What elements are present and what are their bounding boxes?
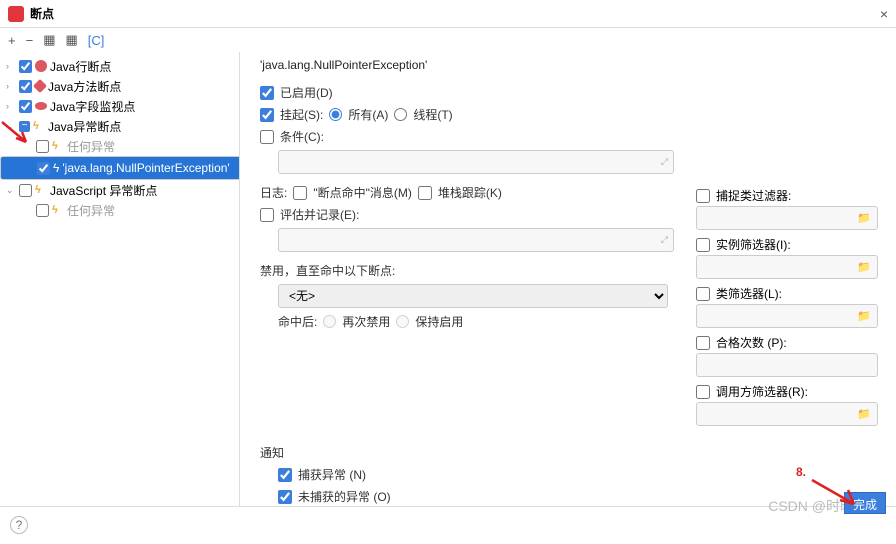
group-by-class-icon[interactable]: [C] bbox=[88, 33, 105, 48]
catch-filter-checkbox[interactable] bbox=[696, 189, 710, 203]
eval-input[interactable] bbox=[278, 228, 674, 252]
class-filter-input[interactable]: 📁 bbox=[696, 304, 878, 328]
help-button[interactable]: ? bbox=[10, 516, 28, 534]
exception-icon: ϟ bbox=[35, 184, 47, 196]
group-by-type-icon[interactable]: ▦ bbox=[43, 32, 55, 48]
browse-icon[interactable]: 📁 bbox=[857, 212, 871, 225]
class-filter-label: 类筛选器(L): bbox=[716, 285, 782, 302]
tree-checkbox[interactable] bbox=[37, 162, 50, 175]
collapse-icon[interactable]: − bbox=[19, 121, 30, 132]
tree-label: 'java.lang.NullPointerException' bbox=[62, 161, 229, 175]
field-watchpoint-icon bbox=[35, 102, 47, 110]
disable-until-select[interactable]: <无> bbox=[278, 284, 668, 308]
enabled-label: 已启用(D) bbox=[280, 84, 333, 101]
tree-checkbox[interactable] bbox=[36, 140, 49, 153]
disable-until-label: 禁用，直至命中以下断点: bbox=[260, 262, 395, 279]
redisable-label: 再次禁用 bbox=[342, 313, 390, 330]
tree-checkbox[interactable] bbox=[19, 100, 32, 113]
tree-label: Java字段监视点 bbox=[50, 98, 135, 115]
keep-radio bbox=[396, 315, 409, 328]
catch-filter-input[interactable]: 📁 bbox=[696, 206, 878, 230]
instance-filter-label: 实例筛选器(I): bbox=[716, 236, 791, 253]
pass-count-checkbox[interactable] bbox=[696, 336, 710, 350]
tree-checkbox[interactable] bbox=[19, 60, 32, 73]
tree-checkbox[interactable] bbox=[19, 184, 32, 197]
caller-filter-checkbox[interactable] bbox=[696, 385, 710, 399]
caller-filter-input[interactable]: 📁 bbox=[696, 402, 878, 426]
suspend-checkbox[interactable] bbox=[260, 108, 274, 122]
instance-filter-input[interactable]: 📁 bbox=[696, 255, 878, 279]
tree-label: JavaScript 异常断点 bbox=[50, 182, 157, 199]
instance-filter-checkbox[interactable] bbox=[696, 238, 710, 252]
suspend-thread-radio[interactable] bbox=[394, 108, 407, 121]
eval-label: 评估并记录(E): bbox=[280, 206, 359, 223]
browse-icon[interactable]: 📁 bbox=[857, 310, 871, 323]
app-logo-icon bbox=[8, 6, 24, 22]
window-title: 断点 bbox=[30, 5, 54, 22]
remove-button[interactable]: − bbox=[26, 33, 34, 48]
close-icon[interactable]: × bbox=[880, 6, 888, 22]
expand-icon[interactable]: ⤢ bbox=[661, 235, 668, 246]
log-hit-label: "断点命中"消息(M) bbox=[313, 184, 412, 201]
condition-input[interactable] bbox=[278, 150, 674, 174]
class-filter-checkbox[interactable] bbox=[696, 287, 710, 301]
tree-label: 任何异常 bbox=[67, 202, 115, 219]
condition-label: 条件(C): bbox=[280, 128, 324, 145]
exception-icon: ϟ bbox=[33, 120, 45, 132]
group-by-file-icon[interactable]: ▦ bbox=[65, 32, 77, 48]
log-stack-checkbox[interactable] bbox=[418, 186, 432, 200]
suspend-thread-label: 线程(T) bbox=[413, 106, 452, 123]
exception-icon: ϟ bbox=[52, 204, 64, 216]
after-hit-label: 命中后: bbox=[278, 313, 317, 330]
line-breakpoint-icon bbox=[35, 60, 47, 72]
notify-label: 通知 bbox=[260, 444, 284, 461]
suspend-all-radio[interactable] bbox=[329, 108, 342, 121]
pass-count-input[interactable] bbox=[696, 353, 878, 377]
redisable-radio bbox=[323, 315, 336, 328]
log-label: 日志: bbox=[260, 184, 287, 201]
browse-icon[interactable]: 📁 bbox=[857, 261, 871, 274]
exception-icon: ϟ bbox=[52, 140, 64, 152]
tree-item-selected[interactable]: ϟ'java.lang.NullPointerException' bbox=[0, 156, 240, 180]
tree-label: Java行断点 bbox=[50, 58, 111, 75]
add-button[interactable]: + bbox=[8, 33, 16, 48]
exception-icon: ϟ bbox=[53, 161, 59, 175]
caller-filter-label: 调用方筛选器(R): bbox=[716, 383, 808, 400]
enabled-checkbox[interactable] bbox=[260, 86, 274, 100]
suspend-all-label: 所有(A) bbox=[348, 106, 388, 123]
method-breakpoint-icon bbox=[33, 79, 47, 93]
log-stack-label: 堆栈跟踪(K) bbox=[438, 184, 502, 201]
log-hit-checkbox[interactable] bbox=[293, 186, 307, 200]
caught-checkbox[interactable] bbox=[278, 468, 292, 482]
done-button[interactable]: 完成 bbox=[844, 492, 886, 514]
tree-label: 任何异常 bbox=[67, 138, 115, 155]
condition-checkbox[interactable] bbox=[260, 130, 274, 144]
keep-label: 保持启用 bbox=[415, 313, 463, 330]
pass-count-label: 合格次数 (P): bbox=[716, 334, 787, 351]
expand-icon[interactable]: ⤢ bbox=[661, 157, 668, 168]
uncaught-label: 未捕获的异常 (O) bbox=[298, 488, 391, 505]
tree-checkbox[interactable] bbox=[36, 204, 49, 217]
detail-header: 'java.lang.NullPointerException' bbox=[260, 58, 878, 72]
eval-checkbox[interactable] bbox=[260, 208, 274, 222]
uncaught-checkbox[interactable] bbox=[278, 490, 292, 504]
catch-filter-label: 捕捉类过滤器: bbox=[716, 187, 791, 204]
suspend-label: 挂起(S): bbox=[280, 106, 323, 123]
caught-label: 捕获异常 (N) bbox=[298, 466, 366, 483]
tree-checkbox[interactable] bbox=[19, 80, 32, 93]
browse-icon[interactable]: 📁 bbox=[857, 408, 871, 421]
tree-label: Java异常断点 bbox=[48, 118, 121, 135]
tree-label: Java方法断点 bbox=[48, 78, 121, 95]
breakpoint-tree[interactable]: ›Java行断点 ›Java方法断点 ›Java字段监视点 ⌄−ϟJava异常断… bbox=[0, 52, 240, 506]
